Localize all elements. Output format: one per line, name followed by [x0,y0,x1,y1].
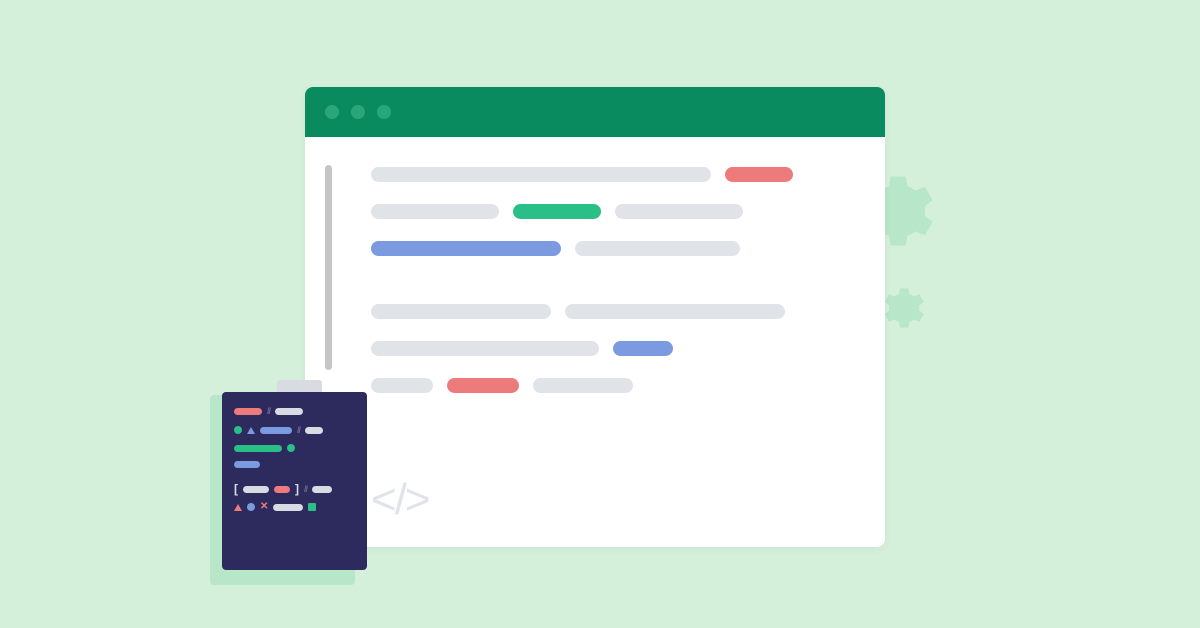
code-card: // // [ ] // ✕ [222,380,367,570]
text-bar [371,204,499,219]
text-bar [565,304,785,319]
triangle-icon [234,504,242,511]
bracket-icon: ] [295,485,299,493]
code-line: ✕ [234,503,355,511]
code-line [234,461,355,468]
scrollbar [325,165,332,370]
text-bar [371,167,711,182]
text-bar [615,204,743,219]
token [312,486,332,493]
text-bar [371,341,599,356]
text-bar [447,378,519,393]
code-line [371,341,847,356]
window-control-dot [325,105,339,119]
token [273,504,303,511]
text-bar [371,378,433,393]
circle-icon [287,444,295,452]
text-bar [575,241,740,256]
text-bar [613,341,673,356]
code-card-body: // // [ ] // ✕ [222,392,367,570]
window-control-dot [377,105,391,119]
token [234,461,260,468]
bracket-icon: [ [234,485,238,493]
window-content: </> [305,137,885,547]
code-line: // [234,406,355,416]
token [275,408,303,415]
code-line [371,304,847,319]
triangle-icon [247,427,255,434]
code-line [371,378,847,393]
text-bar [513,204,601,219]
text-bar [725,167,793,182]
code-line [371,241,847,256]
comment-icon: // [267,406,270,416]
text-bar [371,241,561,256]
code-tag-icon: </> [371,475,429,525]
code-line: // [234,425,355,435]
circle-icon [247,503,255,511]
text-bar [533,378,633,393]
code-line [371,167,847,182]
code-line [371,204,847,219]
window-titlebar [305,87,885,137]
comment-icon: // [304,484,307,494]
code-line [234,444,355,452]
window-control-dot [351,105,365,119]
token [274,486,290,493]
code-line: [ ] // [234,484,355,494]
square-icon [308,503,316,511]
x-icon: ✕ [260,503,268,511]
comment-icon: // [297,425,300,435]
circle-icon [234,426,242,434]
token [234,408,262,415]
token [243,486,269,493]
token [234,445,282,452]
text-bar [371,304,551,319]
browser-window: </> [305,87,885,547]
token [260,427,292,434]
token [305,427,323,434]
